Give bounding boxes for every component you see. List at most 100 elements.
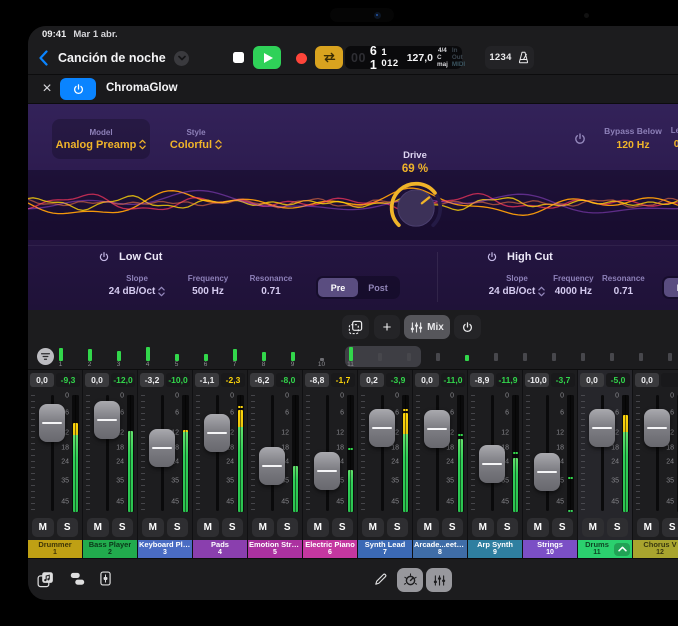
level-db-badge: -3,9 xyxy=(386,373,410,387)
track-name-cell[interactable]: Synth Lead7 xyxy=(358,540,412,558)
volume-fader-handle[interactable] xyxy=(94,401,120,439)
play-button[interactable] xyxy=(253,46,281,69)
fader-db-badge[interactable]: -10,0 xyxy=(525,373,549,387)
close-icon[interactable]: × xyxy=(38,79,56,99)
fader-db-badge[interactable]: -6,2 xyxy=(250,373,274,387)
volume-fader-handle[interactable] xyxy=(479,445,505,483)
low-cut-frequency[interactable]: Frequency 500 Hz xyxy=(176,274,240,297)
volume-fader-handle[interactable] xyxy=(369,409,395,447)
solo-button[interactable]: S xyxy=(57,518,79,537)
loops-browser-icon[interactable] xyxy=(37,571,54,588)
solo-button[interactable]: S xyxy=(167,518,189,537)
pre-button[interactable]: Pre xyxy=(318,278,358,297)
mute-button[interactable]: M xyxy=(307,518,329,537)
pre-button[interactable]: Pre xyxy=(664,278,678,297)
fader-db-badge[interactable]: 0,0 xyxy=(30,373,54,387)
level-control[interactable]: Level 0.0 xyxy=(658,126,678,150)
fader-db-badge[interactable]: 0,0 xyxy=(415,373,439,387)
solo-button[interactable]: S xyxy=(277,518,299,537)
plugin-power-button[interactable] xyxy=(60,78,96,100)
mixer-power-button[interactable] xyxy=(454,315,481,339)
volume-fader-handle[interactable] xyxy=(589,409,615,447)
count-in-button[interactable]: 1234 xyxy=(489,52,511,63)
mute-button[interactable]: M xyxy=(582,518,604,537)
low-cut-power-icon[interactable] xyxy=(98,251,110,263)
mute-button[interactable]: M xyxy=(637,518,659,537)
volume-fader-handle[interactable] xyxy=(314,452,340,490)
high-cut-frequency[interactable]: Frequency 4000 Hz xyxy=(548,274,599,297)
pencil-icon[interactable] xyxy=(373,572,388,587)
high-cut-resonance[interactable]: Resonance 0.71 xyxy=(599,274,648,297)
mute-button[interactable]: M xyxy=(527,518,549,537)
mixer-view-button[interactable] xyxy=(426,568,452,592)
channel-strip-icon[interactable] xyxy=(100,571,111,586)
low-cut-resonance[interactable]: Resonance 0.71 xyxy=(240,274,302,297)
volume-fader-handle[interactable] xyxy=(534,453,560,491)
song-menu-chevron-icon[interactable] xyxy=(174,51,189,66)
metronome-icon[interactable] xyxy=(517,51,530,64)
track-name-cell[interactable]: Bass Player2 xyxy=(83,540,137,558)
mute-button[interactable]: M xyxy=(142,518,164,537)
fader-db-badge[interactable]: 0,0 xyxy=(635,373,659,387)
volume-fader-handle[interactable] xyxy=(259,447,285,485)
stop-button[interactable] xyxy=(233,52,244,63)
solo-button[interactable]: S xyxy=(497,518,519,537)
volume-fader-handle[interactable] xyxy=(644,409,670,447)
add-track-button[interactable]: + xyxy=(374,315,400,339)
high-cut-power-icon[interactable] xyxy=(486,251,498,263)
track-name-cell[interactable]: Arp Synth9 xyxy=(468,540,522,558)
style-selector[interactable]: Style Colorful xyxy=(156,119,236,159)
volume-fader-handle[interactable] xyxy=(204,414,230,452)
solo-button[interactable]: S xyxy=(222,518,244,537)
fader-db-badge[interactable]: 0,0 xyxy=(85,373,109,387)
mute-button[interactable]: M xyxy=(417,518,439,537)
low-cut-slope[interactable]: Slope 24 dB/Oct xyxy=(98,274,176,297)
track-name-cell[interactable]: Arcade...eet Pad8 xyxy=(413,540,467,558)
solo-button[interactable]: S xyxy=(662,518,678,537)
mute-button[interactable]: M xyxy=(252,518,274,537)
solo-button[interactable]: S xyxy=(332,518,354,537)
record-button[interactable] xyxy=(290,47,312,69)
chevron-up-icon[interactable] xyxy=(614,543,630,556)
track-name-cell[interactable]: Chorus V12 xyxy=(633,540,678,558)
back-chevron-icon[interactable] xyxy=(38,50,50,66)
solo-button[interactable]: S xyxy=(112,518,134,537)
track-name-cell[interactable]: Emotion Strings5 xyxy=(248,540,302,558)
solo-button[interactable]: S xyxy=(387,518,409,537)
lcd-display[interactable]: 00 6 1 1 012 127,0 4/4 C maj In Out MIDI xyxy=(345,46,462,69)
plugins-icon[interactable] xyxy=(70,572,85,586)
fader-db-badge[interactable]: 0,2 xyxy=(360,373,384,387)
model-selector[interactable]: Model Analog Preamp xyxy=(52,119,150,159)
cycle-button[interactable] xyxy=(315,46,343,69)
high-cut-slope[interactable]: Slope 24 dB/Oct xyxy=(486,274,548,297)
solo-button[interactable]: S xyxy=(442,518,464,537)
song-title[interactable]: Canción de noche xyxy=(58,51,166,65)
solo-button[interactable]: S xyxy=(607,518,629,537)
mute-button[interactable]: M xyxy=(87,518,109,537)
volume-fader-handle[interactable] xyxy=(424,410,450,448)
fader-db-badge[interactable]: 0,0 xyxy=(580,373,604,387)
track-name-cell[interactable]: Keyboard Player3 xyxy=(138,540,192,558)
fader-db-badge[interactable]: -8,9 xyxy=(470,373,494,387)
fader-db-badge[interactable]: -8,8 xyxy=(305,373,329,387)
volume-fader-handle[interactable] xyxy=(149,429,175,467)
mute-button[interactable]: M xyxy=(32,518,54,537)
fader-db-badge[interactable]: -1,1 xyxy=(195,373,219,387)
count-in-group[interactable]: 1234 xyxy=(485,46,534,69)
volume-fader-handle[interactable] xyxy=(39,404,65,442)
track-name-cell[interactable]: Electric Piano6 xyxy=(303,540,357,558)
regions-icon[interactable] xyxy=(342,315,369,339)
solo-button[interactable]: S xyxy=(552,518,574,537)
smart-controls-button[interactable] xyxy=(397,568,423,592)
track-name-cell[interactable]: Drums11 xyxy=(578,540,632,558)
track-name-cell[interactable]: Drummer1 xyxy=(28,540,82,558)
post-button[interactable]: Post xyxy=(358,278,398,297)
track-name-cell[interactable]: Pads4 xyxy=(193,540,247,558)
track-name-cell[interactable]: Strings10 xyxy=(523,540,577,558)
mix-button[interactable]: Mix xyxy=(404,315,450,339)
drive-knob[interactable] xyxy=(388,180,444,236)
fader-db-badge[interactable]: -3,2 xyxy=(140,373,164,387)
mute-button[interactable]: M xyxy=(197,518,219,537)
mute-button[interactable]: M xyxy=(472,518,494,537)
mute-button[interactable]: M xyxy=(362,518,384,537)
